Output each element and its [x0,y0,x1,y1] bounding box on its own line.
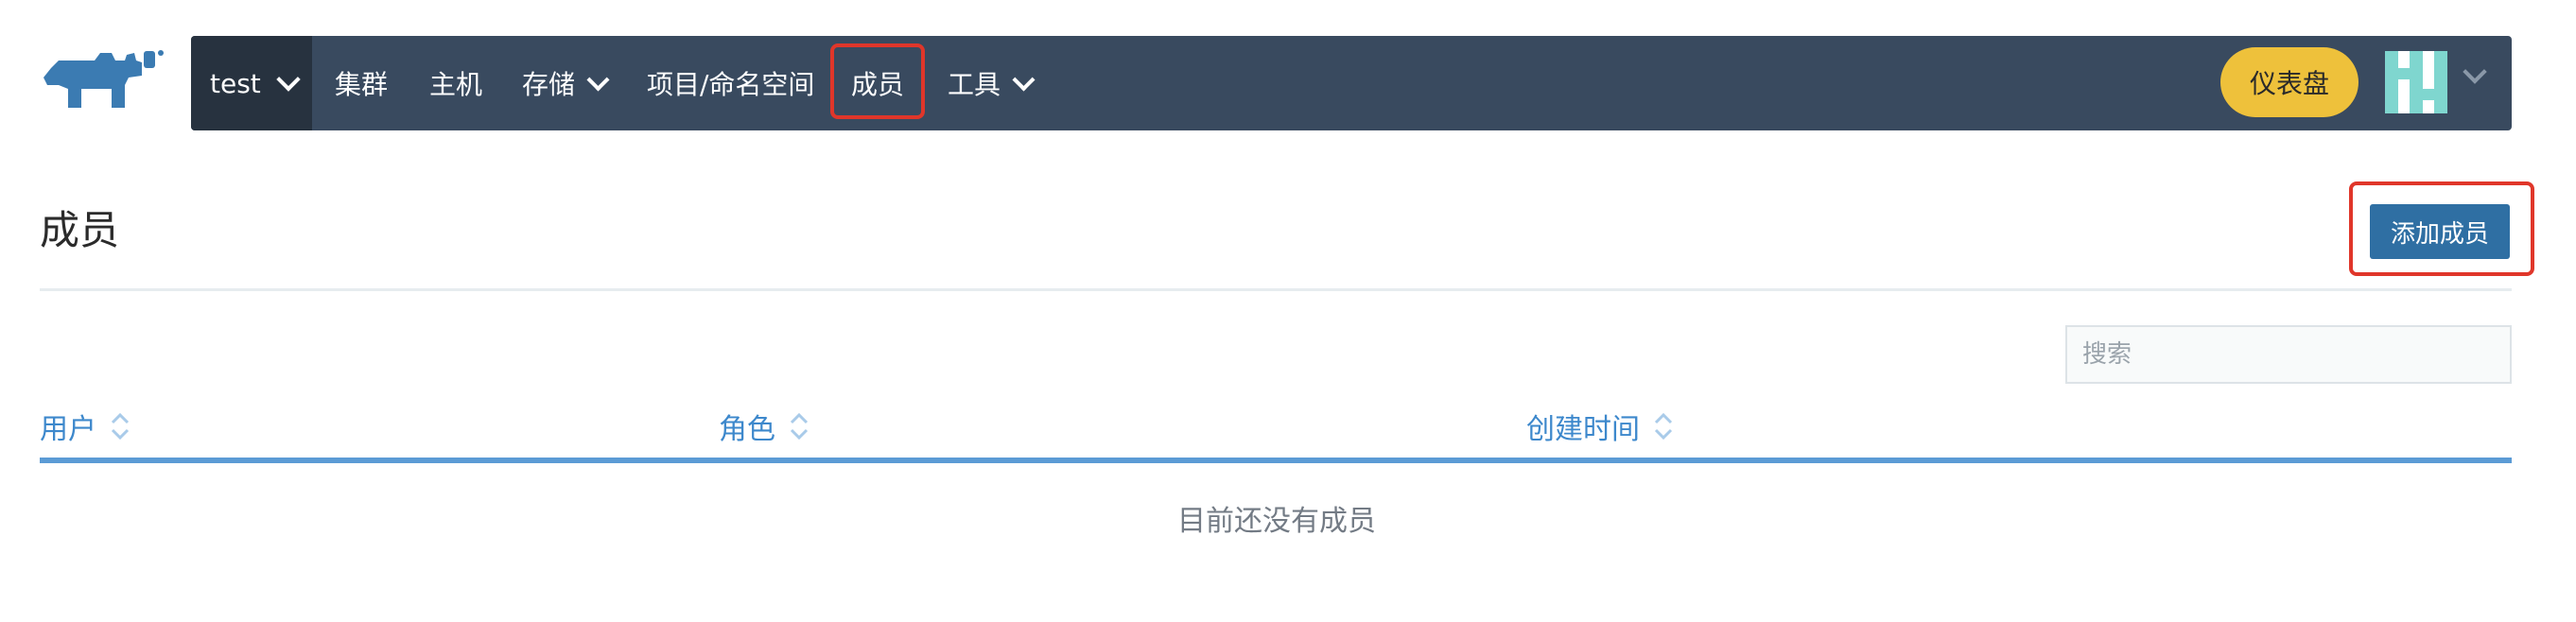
column-header-user[interactable]: 用户 [40,405,131,448]
sort-icon [111,412,130,441]
table-header-rule [40,458,2512,463]
rancher-cow-logo-icon[interactable] [38,47,166,115]
user-avatar-icon[interactable] [2385,51,2447,113]
chevron-down-icon [1012,67,1036,92]
chevron-down-icon[interactable] [2463,60,2487,84]
column-label: 用户 [40,413,96,446]
nav-item-members[interactable]: 成员 [851,36,904,130]
nav-item-label: 成员 [851,69,905,100]
empty-state-message: 目前还没有成员 [1177,505,1376,538]
column-label: 创建时间 [1526,413,1640,446]
environment-switcher[interactable]: test [191,36,312,130]
nav-item-tools[interactable]: 工具 [948,36,1036,130]
sort-icon [1654,412,1673,441]
nav-item-storage[interactable]: 存储 [522,36,610,130]
nav-item-label: 存储 [522,69,576,100]
sort-icon [790,412,809,441]
page-title: 成员 [40,207,120,253]
nav-item-projects-namespaces[interactable]: 项目/命名空间 [647,36,814,130]
environment-label: test [210,67,261,99]
dashboard-label: 仪表盘 [2249,68,2329,99]
page: test 集群 主机 存储 项目/命名空间 成员 工具 仪表盘 成员 添加成员 … [0,0,2576,622]
column-label: 角色 [719,413,775,446]
search-input[interactable] [2065,325,2512,384]
add-member-button[interactable]: 添加成员 [2370,204,2510,259]
nav-item-label: 工具 [948,69,1001,100]
nav-item-hosts[interactable]: 主机 [429,36,482,130]
nav-item-label: 项目/命名空间 [647,69,815,100]
nav-item-label: 集群 [335,69,389,100]
nav-item-clusters[interactable]: 集群 [335,36,388,130]
add-member-label: 添加成员 [2390,219,2489,249]
chevron-down-icon [276,67,301,92]
top-navbar: test 集群 主机 存储 项目/命名空间 成员 工具 仪表盘 [191,36,2512,130]
dashboard-button[interactable]: 仪表盘 [2220,47,2358,117]
column-header-role[interactable]: 角色 [719,405,809,448]
column-header-created[interactable]: 创建时间 [1526,405,1674,448]
divider [40,288,2512,291]
nav-item-label: 主机 [429,69,483,100]
chevron-down-icon [586,67,610,92]
